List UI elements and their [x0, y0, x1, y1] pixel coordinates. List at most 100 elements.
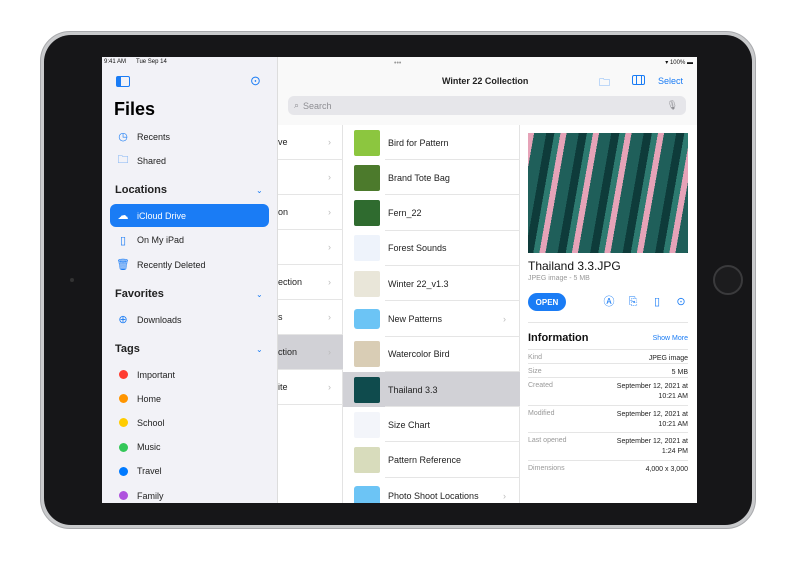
folder-row[interactable]: ite › [278, 370, 343, 405]
rotate-icon[interactable]: ⎘ [626, 295, 640, 309]
tag-important[interactable]: Important [110, 363, 269, 386]
file-thumbnail [354, 129, 380, 156]
file-thumbnail [354, 447, 380, 474]
chevron-down-icon[interactable]: ⌄ [256, 345, 263, 354]
locations-heading: Locations [115, 184, 167, 196]
tag-home[interactable]: Home [110, 387, 269, 410]
info-value: September 12, 2021 at 1:24 PM [617, 437, 688, 459]
chevron-right-icon: › [328, 347, 331, 357]
parent-column: ve › › on › › ection › s › ction › ite › [278, 125, 343, 503]
information-heading: Information [528, 332, 589, 344]
chevron-right-icon: › [503, 490, 506, 501]
search-placeholder: Search [303, 100, 332, 111]
tag-color-dot [118, 491, 128, 500]
chevron-right-icon: › [328, 207, 331, 217]
tag-music[interactable]: Music [110, 436, 269, 459]
tag-color-dot [118, 442, 128, 452]
file-row[interactable]: Pattern Reference [343, 443, 520, 478]
sidebar-toggle-icon[interactable] [116, 76, 130, 87]
select-button[interactable]: Select [658, 76, 683, 86]
tag-family[interactable]: Family [110, 484, 269, 503]
divider [528, 322, 688, 323]
info-key: Created [528, 382, 553, 389]
sidebar-item-downloads[interactable]: ⊕ Downloads [110, 308, 269, 331]
folder-row[interactable]: › [278, 230, 343, 265]
folder-row[interactable]: on › [278, 195, 343, 230]
tag-color-dot [118, 418, 128, 428]
file-thumbnail [354, 200, 380, 227]
status-bar: 9:41 AM Tue Sep 14 [102, 57, 277, 69]
sidebar-item-label: Recents [137, 131, 171, 142]
image-preview[interactable] [528, 133, 688, 253]
sidebar-item-label: Downloads [137, 314, 182, 325]
sidebar-item-icloud-drive[interactable]: ☁ iCloud Drive [110, 204, 269, 227]
tag-icon [116, 392, 130, 406]
file-name: Size Chart [388, 419, 431, 430]
chevron-down-icon[interactable]: ⌄ [256, 186, 263, 195]
file-name: Fern_22 [388, 208, 422, 219]
open-button[interactable]: OPEN [528, 293, 566, 311]
file-row[interactable]: Winter 22_v1.3 [343, 266, 520, 302]
app-title: Files [114, 99, 156, 119]
file-row[interactable]: Fern_22 [343, 196, 520, 231]
tag-travel[interactable]: Travel [110, 460, 269, 483]
chevron-down-icon[interactable]: ⌄ [256, 290, 263, 299]
more-icon[interactable]: ⊙ [674, 295, 688, 309]
sidebar-item-shared[interactable]: 🗀 Shared [110, 149, 269, 172]
folder-name: ction [278, 347, 298, 357]
tags-heading: Tags [115, 343, 140, 355]
markup-icon[interactable]: Ⓐ [602, 295, 616, 309]
document-icon[interactable]: ▯ [650, 295, 664, 309]
folder-title: Winter 22 Collection [442, 76, 529, 86]
folder-row[interactable]: ve › [278, 125, 343, 160]
new-folder-icon[interactable]: 🗀 [599, 74, 610, 93]
file-name: Pattern Reference [388, 455, 462, 466]
trash-icon: 🗑 [116, 259, 130, 271]
file-row[interactable]: Bird for Pattern [343, 125, 520, 160]
file-name: Bird for Pattern [388, 137, 449, 148]
info-value-line: 10:21 AM [658, 420, 688, 428]
file-row[interactable]: New Patterns › [343, 302, 520, 337]
sidebar-item-recently-deleted[interactable]: 🗑 Recently Deleted [110, 253, 269, 276]
folder-row[interactable]: s › [278, 300, 343, 335]
search-input[interactable]: ⌕ Search 🎙 [288, 96, 686, 115]
multitasking-dots[interactable]: ••• [394, 60, 401, 67]
file-thumbnail [354, 411, 380, 438]
folder-row[interactable]: ection › [278, 265, 343, 300]
camera [70, 278, 74, 282]
info-value-line: September 12, 2021 at [616, 383, 688, 390]
microphone-icon[interactable]: 🎙 [667, 100, 678, 111]
info-key: Dimensions [528, 464, 565, 472]
file-list-column: Bird for Pattern Brand Tote Bag Fern_22 For… [343, 125, 520, 503]
chevron-right-icon: › [503, 314, 506, 324]
info-row: Created September 12, 2021 at 10:21 AM [528, 377, 688, 404]
file-name: Photo Shoot Locations [388, 490, 479, 501]
sidebar-item-recents[interactable]: ◷ Recents [110, 125, 269, 148]
more-options-icon[interactable]: ⊙ [250, 73, 261, 89]
file-name: Brand Tote Bag [388, 172, 450, 183]
column-view-icon[interactable] [632, 75, 645, 85]
sidebar-item-on-my-ipad[interactable]: ▯ On My iPad [110, 229, 269, 252]
file-thumbnail [354, 376, 380, 403]
file-name: New Patterns [388, 314, 443, 324]
home-button[interactable] [713, 265, 743, 295]
file-name: Winter 22_v1.3 [388, 278, 449, 289]
file-row[interactable]: Size Chart [343, 407, 520, 443]
folder-name: ection [278, 277, 303, 287]
file-row[interactable]: Thailand 3.3 [343, 372, 520, 408]
folder-row[interactable]: › [278, 160, 343, 195]
file-row[interactable]: Watercolor Bird [343, 337, 520, 372]
show-more-link[interactable]: Show More [653, 335, 688, 342]
file-row[interactable]: Photo Shoot Locations › [343, 478, 520, 503]
search-icon: ⌕ [294, 100, 300, 110]
file-row[interactable]: Forest Sounds [343, 231, 520, 266]
info-row: Last opened September 12, 2021 at 1:24 PM [528, 432, 688, 459]
status-date: Tue Sep 14 [136, 59, 167, 65]
info-value-line: JPEG image [648, 355, 688, 362]
folder-row[interactable]: ction › [278, 335, 343, 370]
file-row[interactable]: Brand Tote Bag [343, 160, 520, 196]
tag-school[interactable]: School [110, 411, 269, 434]
file-thumbnail [354, 341, 380, 368]
info-value: September 12, 2021 at 10:21 AM [617, 410, 688, 432]
file-detail-panel: Thailand 3.3.JPG JPEG image - 5 MB OPEN … [520, 125, 697, 503]
